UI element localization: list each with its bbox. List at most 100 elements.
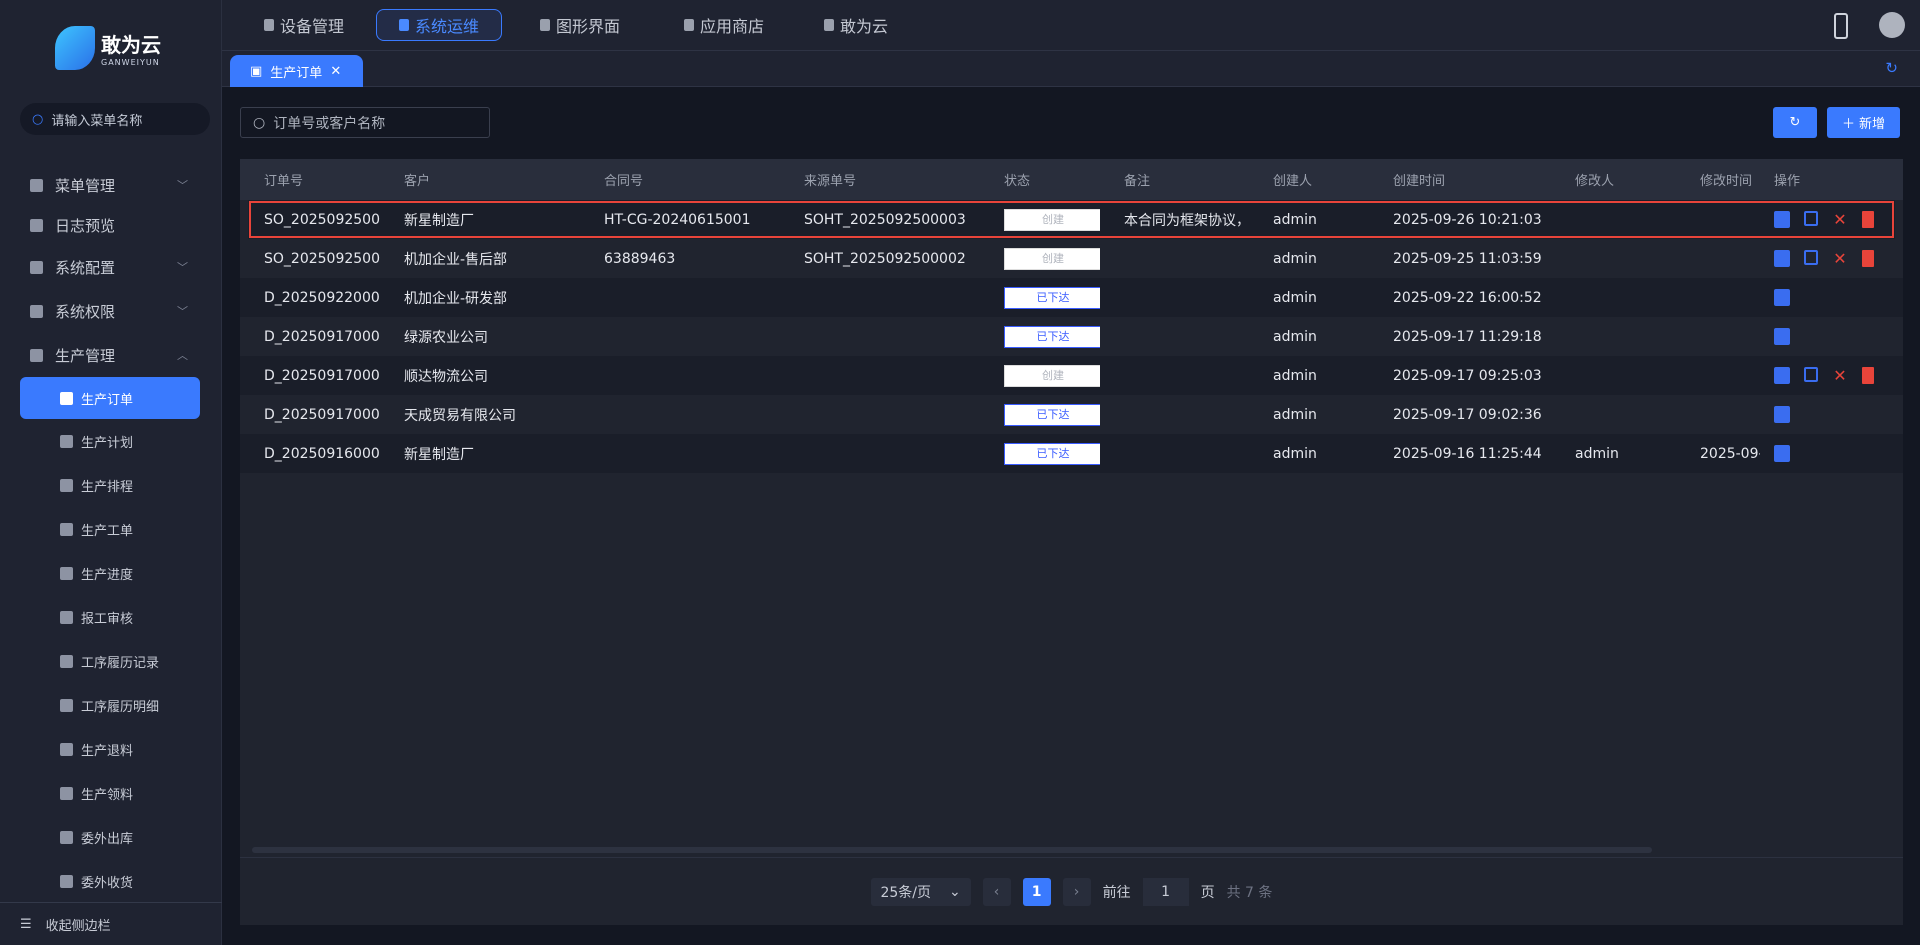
close-tab-icon[interactable]: ✕: [330, 64, 341, 79]
column-header: 订单号: [264, 174, 304, 189]
view-detail-icon[interactable]: [1774, 289, 1790, 306]
view-detail-icon[interactable]: [1774, 328, 1790, 345]
top-nav-tab[interactable]: 图形界面: [518, 9, 642, 41]
chevron-down-icon: ⌄: [948, 883, 961, 900]
edit-icon[interactable]: [1804, 211, 1818, 226]
nav-icon: [399, 19, 409, 31]
total-count: 共 7 条: [1226, 884, 1273, 901]
add-button[interactable]: ＋ 新增: [1827, 107, 1900, 138]
prev-page-button[interactable]: ‹: [982, 877, 1011, 906]
logo-sub: GANWEIYUN: [101, 58, 160, 67]
order-search-input[interactable]: ○ 订单号或客户名称: [240, 107, 490, 138]
top-nav-label: 敢为云: [840, 17, 889, 36]
table-cell: D_20250917000004: [264, 328, 380, 345]
sidebar-subitem[interactable]: 委外收货: [20, 861, 200, 901]
cancel-icon[interactable]: ✕: [1832, 211, 1848, 228]
menu-icon: [30, 260, 43, 274]
table-row[interactable]: SO_20250925000001 机加企业-售后部 63889463 SOHT_20…: [240, 239, 1903, 278]
sidebar-subitem[interactable]: 生产订单: [20, 377, 200, 419]
cancel-icon[interactable]: ✕: [1832, 250, 1848, 267]
sidebar-subitem[interactable]: 工序履历记录: [20, 641, 200, 681]
delete-icon[interactable]: [1862, 367, 1874, 384]
next-page-button[interactable]: ›: [1062, 877, 1091, 906]
top-nav-tab[interactable]: 应用商店: [662, 9, 786, 41]
table-cell: 2025-09-17 11:29:18: [1393, 328, 1542, 345]
sidebar-subitem[interactable]: 工序履历明细: [20, 685, 200, 725]
table-cell: 2025-09-25 11:03:59: [1393, 250, 1542, 267]
status-badge: 已下达: [1004, 403, 1100, 426]
top-nav-tab[interactable]: 设备管理: [242, 9, 366, 41]
view-detail-icon[interactable]: [1774, 250, 1790, 267]
column-header: 创建人: [1273, 174, 1313, 189]
delete-icon[interactable]: [1862, 250, 1874, 267]
tab-production-order[interactable]: ▣ 生产订单 ✕: [230, 55, 363, 87]
mobile-icon[interactable]: [1834, 13, 1848, 39]
top-nav-label: 设备管理: [280, 17, 345, 36]
column-header: 状态: [1004, 174, 1031, 189]
sidebar-subitem[interactable]: 生产排程: [20, 465, 200, 505]
cancel-icon[interactable]: ✕: [1832, 367, 1848, 384]
column-header: 修改人: [1575, 174, 1615, 189]
top-nav-tab[interactable]: 系统运维: [376, 9, 503, 41]
table-row[interactable]: D_20250916000001 新星制造厂 已下达 admin 2025-09-16 …: [240, 434, 1903, 473]
view-detail-icon[interactable]: [1774, 367, 1790, 384]
horizontal-scrollbar[interactable]: [252, 847, 1652, 853]
table-row[interactable]: D_20250922000001 机加企业-研发部 已下达 admin 2025-09-…: [240, 278, 1903, 317]
collapse-sidebar-button[interactable]: ☰ 收起侧边栏: [0, 902, 222, 945]
sidebar-subitem[interactable]: 生产计划: [20, 421, 200, 461]
page-button[interactable]: 1: [1022, 877, 1051, 906]
sidebar-item[interactable]: 系统权限 ﹀: [20, 291, 200, 331]
sidebar-subitem-label: 工序履历记录: [81, 655, 160, 671]
menu-icon: [60, 391, 73, 405]
sidebar-subitem-label: 生产退料: [81, 743, 134, 759]
edit-icon[interactable]: [1804, 250, 1818, 265]
view-detail-icon[interactable]: [1774, 406, 1790, 423]
view-detail-icon[interactable]: [1774, 211, 1790, 228]
menu-icon: [60, 874, 73, 888]
table-cell: 2025-09-16: [1700, 445, 1760, 462]
menu-search-input[interactable]: ○ 请输入菜单名称: [20, 103, 210, 135]
table-cell: 2025-09-16 11:25:44: [1393, 445, 1542, 462]
pagination: 25条/页 ⌄ ‹ 1 › 前往 1 页 共 7 条: [240, 857, 1903, 925]
table-cell: 机加企业-售后部: [404, 251, 508, 268]
menu-icon: [60, 522, 73, 536]
table-cell: admin: [1575, 445, 1619, 462]
sidebar-item[interactable]: 菜单管理 ﹀: [20, 165, 200, 205]
nav-icon: [684, 19, 694, 31]
search-placeholder: 订单号或客户名称: [273, 115, 386, 132]
table-row[interactable]: SO_20250925000002 新星制造厂 HT-CG-20240615001 S…: [248, 200, 1895, 239]
page-size-select[interactable]: 25条/页 ⌄: [870, 877, 971, 906]
column-header: 客户: [404, 174, 431, 189]
table-header: 订单号 客户 合同号 来源单号 状态 备注 创建人 创建时间 修改人 修改时间 操作: [240, 159, 1903, 200]
sidebar-item[interactable]: 系统配置 ﹀: [20, 247, 200, 287]
menu-icon: [30, 348, 43, 362]
table-row[interactable]: D_20250917000001 天成贸易有限公司 已下达 admin 2025-09-…: [240, 395, 1903, 434]
sidebar-subitem[interactable]: 报工审核: [20, 597, 200, 637]
avatar[interactable]: [1879, 12, 1905, 38]
sidebar-subitem[interactable]: 生产退料: [20, 729, 200, 769]
sidebar-subitem[interactable]: 生产领料: [20, 773, 200, 813]
column-header: 操作: [1774, 174, 1801, 189]
table-row[interactable]: D_20250917000004 绿源农业公司 已下达 admin 2025-09-17…: [240, 317, 1903, 356]
table-cell: admin: [1273, 406, 1317, 423]
sidebar-subitem[interactable]: 委外出库: [20, 817, 200, 857]
table-cell: SO_20250925000001: [264, 250, 380, 267]
sidebar-item[interactable]: 生产管理 ︿: [20, 335, 200, 375]
refresh-tabs-icon[interactable]: ↻: [1885, 59, 1898, 77]
goto-page-input[interactable]: 1: [1142, 877, 1189, 906]
edit-icon[interactable]: [1804, 367, 1818, 382]
chevron-down-icon: ﹀: [177, 305, 188, 318]
sidebar-subitem[interactable]: 生产进度: [20, 553, 200, 593]
sidebar-item-label: 菜单管理: [55, 176, 116, 195]
sidebar-item-label: 系统配置: [55, 258, 116, 277]
add-label: 新增: [1859, 117, 1886, 132]
sidebar-item[interactable]: 日志预览: [20, 205, 200, 245]
top-nav-label: 系统运维: [415, 17, 480, 36]
delete-icon[interactable]: [1862, 211, 1874, 228]
top-nav-tab[interactable]: 敢为云: [802, 9, 910, 41]
view-detail-icon[interactable]: [1774, 445, 1790, 462]
sidebar-subitem[interactable]: 生产工单: [20, 509, 200, 549]
table-row[interactable]: D_20250917000002 顺达物流公司 创建 admin 2025-09-17 …: [240, 356, 1903, 395]
column-header: 创建时间: [1393, 174, 1446, 189]
refresh-button[interactable]: ↻: [1773, 107, 1817, 138]
